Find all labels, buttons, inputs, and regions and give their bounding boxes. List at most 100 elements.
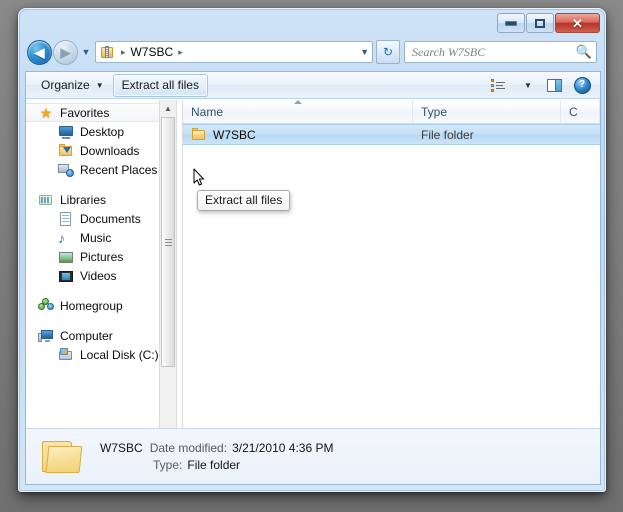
maximize-button[interactable] — [526, 13, 554, 33]
client-area: Organize ▼ Extract all files ▼ ? ★ Favor… — [25, 71, 601, 485]
sidebar-label-recent-places: Recent Places — [80, 162, 158, 177]
address-bar-row: ◀ ▶ ▼ ▸ W7SBC ▸ ▼ ↻ Search W7SBC 🔍 — [19, 37, 605, 67]
sidebar-item-music[interactable]: ♪ Music — [26, 228, 176, 247]
close-button[interactable]: ✕ — [555, 13, 600, 33]
sidebar-label-desktop: Desktop — [80, 124, 125, 139]
show-preview-pane-button[interactable] — [540, 74, 568, 97]
extract-all-files-button[interactable]: Extract all files — [112, 73, 208, 97]
pictures-icon — [58, 249, 74, 265]
sidebar-item-local-disk-c[interactable]: Local Disk (C:) — [26, 345, 176, 364]
breadcrumb-item-w7sbc[interactable]: W7SBC — [131, 45, 174, 59]
details-type-label: Type: — [153, 457, 183, 472]
show-preview-pane-icon — [546, 78, 562, 92]
sidebar-item-desktop[interactable]: Desktop — [26, 122, 176, 141]
scroll-grip-icon — [164, 238, 172, 246]
caption-button-group: ✕ — [496, 13, 600, 33]
recent-places-icon — [58, 162, 74, 178]
sidebar-item-libraries[interactable]: Libraries — [26, 190, 176, 209]
sidebar-label-favorites: Favorites — [60, 105, 110, 120]
libraries-icon — [38, 192, 54, 208]
change-view-dropdown-button[interactable]: ▼ — [512, 74, 540, 97]
sidebar-item-computer[interactable]: Computer — [26, 326, 176, 345]
cell-type: File folder — [421, 127, 474, 142]
column-header-compressed[interactable]: C — [561, 100, 600, 123]
sort-ascending-icon — [183, 100, 412, 104]
computer-icon — [38, 328, 54, 344]
title-bar: ✕ — [19, 9, 605, 37]
search-box[interactable]: Search W7SBC 🔍 — [404, 41, 597, 63]
forward-arrow-icon: ▶ — [60, 44, 71, 60]
sidebar-item-pictures[interactable]: Pictures — [26, 247, 176, 266]
sidebar-label-libraries: Libraries — [60, 192, 107, 207]
details-date-label: Date modified: — [149, 440, 228, 455]
sidebar-label-local-disk-c: Local Disk (C:) — [80, 347, 159, 362]
forward-button[interactable]: ▶ — [53, 39, 78, 65]
change-view-button[interactable] — [484, 74, 512, 97]
documents-icon — [58, 211, 74, 227]
navigation-scroll-track[interactable] — [160, 117, 176, 440]
details-pane: W7SBC Date modified: 3/21/2010 4:36 PM T… — [26, 428, 600, 484]
chevron-down-icon: ▼ — [524, 80, 532, 90]
search-icon: 🔍 — [575, 44, 592, 59]
details-text: W7SBC Date modified: 3/21/2010 4:36 PM T… — [100, 440, 333, 474]
close-icon: ✕ — [572, 15, 583, 31]
sidebar-label-homegroup: Homegroup — [60, 298, 123, 313]
column-header-type[interactable]: Type — [413, 100, 561, 123]
breadcrumb-separator-icon: ▸ — [121, 46, 126, 57]
sidebar-label-videos: Videos — [80, 268, 117, 283]
scroll-up-button[interactable]: ▲ — [160, 100, 176, 117]
column-header-compressed-label: C — [569, 104, 578, 119]
sidebar-label-music: Music — [80, 230, 112, 245]
command-bar: Organize ▼ Extract all files ▼ ? — [26, 72, 600, 99]
sidebar-label-pictures: Pictures — [80, 249, 124, 264]
address-bar[interactable]: ▸ W7SBC ▸ ▼ — [95, 41, 373, 63]
back-arrow-icon: ◀ — [34, 44, 45, 60]
chevron-down-icon: ▼ — [95, 80, 104, 90]
details-type-value: File folder — [187, 457, 241, 472]
sidebar-item-recent-places[interactable]: Recent Places — [26, 160, 176, 179]
column-header-type-label: Type — [421, 104, 448, 119]
details-line-type: Type: File folder — [100, 457, 333, 474]
videos-icon — [58, 268, 74, 284]
sidebar-item-downloads[interactable]: Downloads — [26, 141, 176, 160]
content-split: ★ Favorites Desktop Downloads Recent Pla… — [26, 100, 600, 457]
music-icon: ♪ — [58, 229, 65, 246]
details-date-value: 3/21/2010 4:36 PM — [232, 440, 334, 455]
help-icon: ? — [573, 76, 591, 94]
minimize-button[interactable] — [497, 13, 525, 33]
folder-icon-large — [40, 438, 84, 476]
organize-label: Organize — [41, 78, 90, 92]
local-disk-icon — [58, 347, 74, 363]
back-button[interactable]: ◀ — [27, 39, 52, 65]
row-name-label: W7SBC — [213, 127, 256, 142]
folder-icon — [191, 127, 207, 143]
sidebar-item-documents[interactable]: Documents — [26, 209, 176, 228]
sidebar-item-videos[interactable]: Videos — [26, 266, 176, 285]
file-list-rows: W7SBC File folder — [183, 124, 600, 439]
refresh-button[interactable]: ↻ — [376, 40, 400, 64]
explorer-window: ✕ ◀ ▶ ▼ ▸ W7SBC ▸ ▼ ↻ Search W7SBC 🔍 Org… — [18, 8, 606, 492]
breadcrumb-separator-trailing-icon[interactable]: ▸ — [178, 47, 183, 58]
extract-all-files-label: Extract all files — [121, 78, 199, 92]
minimize-icon — [505, 20, 517, 26]
address-dropdown-icon[interactable]: ▼ — [360, 47, 369, 57]
zipped-folder-icon — [100, 45, 114, 59]
details-name: W7SBC — [100, 440, 143, 455]
column-header-name-label: Name — [191, 104, 224, 119]
recent-pages-button[interactable]: ▼ — [79, 47, 93, 57]
search-input[interactable]: Search W7SBC — [412, 45, 576, 60]
help-button[interactable]: ? — [568, 74, 596, 97]
table-row[interactable]: W7SBC File folder — [183, 124, 600, 145]
sidebar-item-homegroup[interactable]: Homegroup — [26, 296, 176, 315]
sidebar-item-favorites[interactable]: ★ Favorites — [26, 103, 176, 122]
desktop-background: ✕ ◀ ▶ ▼ ▸ W7SBC ▸ ▼ ↻ Search W7SBC 🔍 Org… — [0, 0, 623, 512]
homegroup-icon — [38, 297, 54, 314]
cell-name: W7SBC — [183, 127, 413, 143]
organize-button[interactable]: Organize ▼ — [32, 74, 113, 97]
navigation-pane-scrollbar[interactable]: ▲ ▼ — [159, 100, 176, 457]
star-icon: ★ — [39, 104, 53, 121]
column-header-name[interactable]: Name — [183, 100, 413, 123]
navigation-scroll-thumb[interactable] — [161, 117, 175, 367]
